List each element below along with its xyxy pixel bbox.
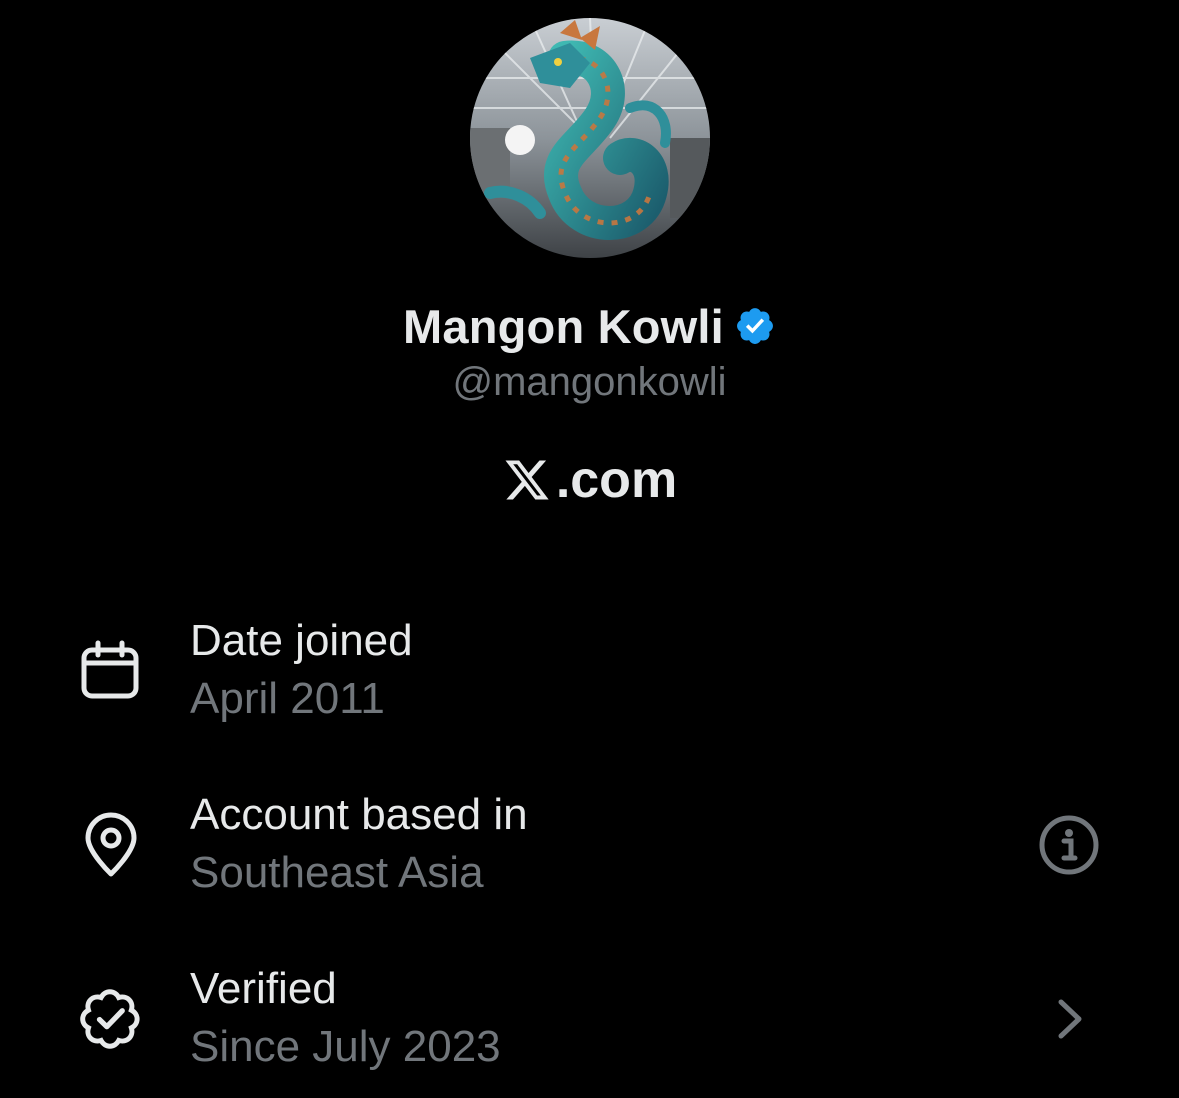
profile-name-row: Mangon Kowli bbox=[0, 294, 1179, 358]
calendar-icon bbox=[81, 640, 139, 699]
dragon-avatar-image bbox=[470, 18, 710, 258]
profile-handle: @mangonkowli bbox=[452, 360, 727, 404]
brand-text: .com bbox=[555, 451, 678, 509]
row-label: Verified bbox=[190, 964, 337, 1013]
location-pin-icon bbox=[85, 812, 137, 877]
display-name: Mangon Kowli bbox=[403, 299, 724, 353]
avatar[interactable] bbox=[470, 18, 710, 258]
row-verified[interactable]: Verified Since July 2023 bbox=[0, 964, 1179, 1084]
row-value: Southeast Asia bbox=[190, 848, 484, 897]
row-account-based-in: Account based in Southeast Asia bbox=[0, 790, 1179, 910]
row-label: Date joined bbox=[190, 616, 413, 665]
verified-badge-outline-icon bbox=[80, 989, 140, 1049]
row-value: Since July 2023 bbox=[190, 1022, 501, 1071]
brand-link[interactable]: .com bbox=[0, 448, 1179, 512]
row-label: Account based in bbox=[190, 790, 528, 839]
row-value: April 2011 bbox=[190, 674, 385, 723]
x-logo-icon bbox=[505, 460, 549, 500]
row-date-joined: Date joined April 2011 bbox=[0, 616, 1179, 736]
chevron-right-icon[interactable] bbox=[1034, 984, 1104, 1054]
verified-badge-icon[interactable] bbox=[734, 305, 776, 347]
info-icon[interactable] bbox=[1034, 810, 1104, 880]
